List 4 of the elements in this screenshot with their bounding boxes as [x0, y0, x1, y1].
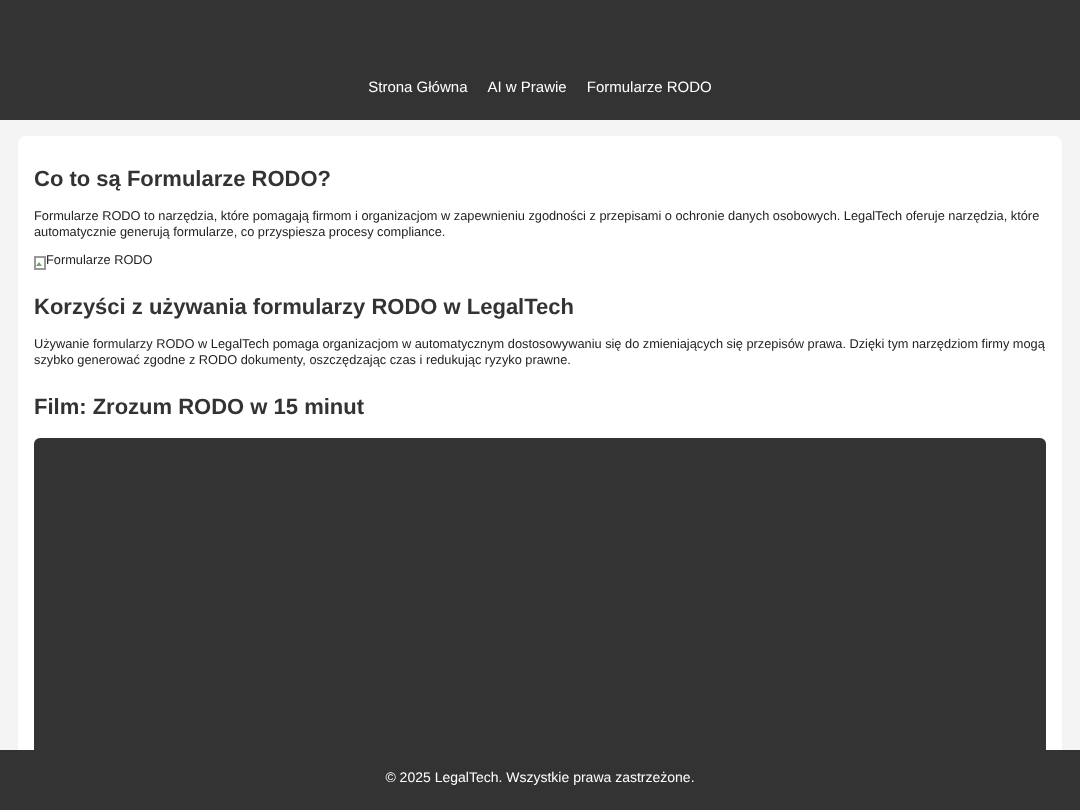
section-heading: Co to są Formularze RODO?: [34, 166, 334, 194]
section-heading: Korzyści z używania formularzy RODO w LegalTech: [34, 294, 576, 322]
section-heading: Film: Zrozum RODO w 15 minut: [34, 394, 367, 422]
broken-image-icon: [34, 255, 46, 269]
